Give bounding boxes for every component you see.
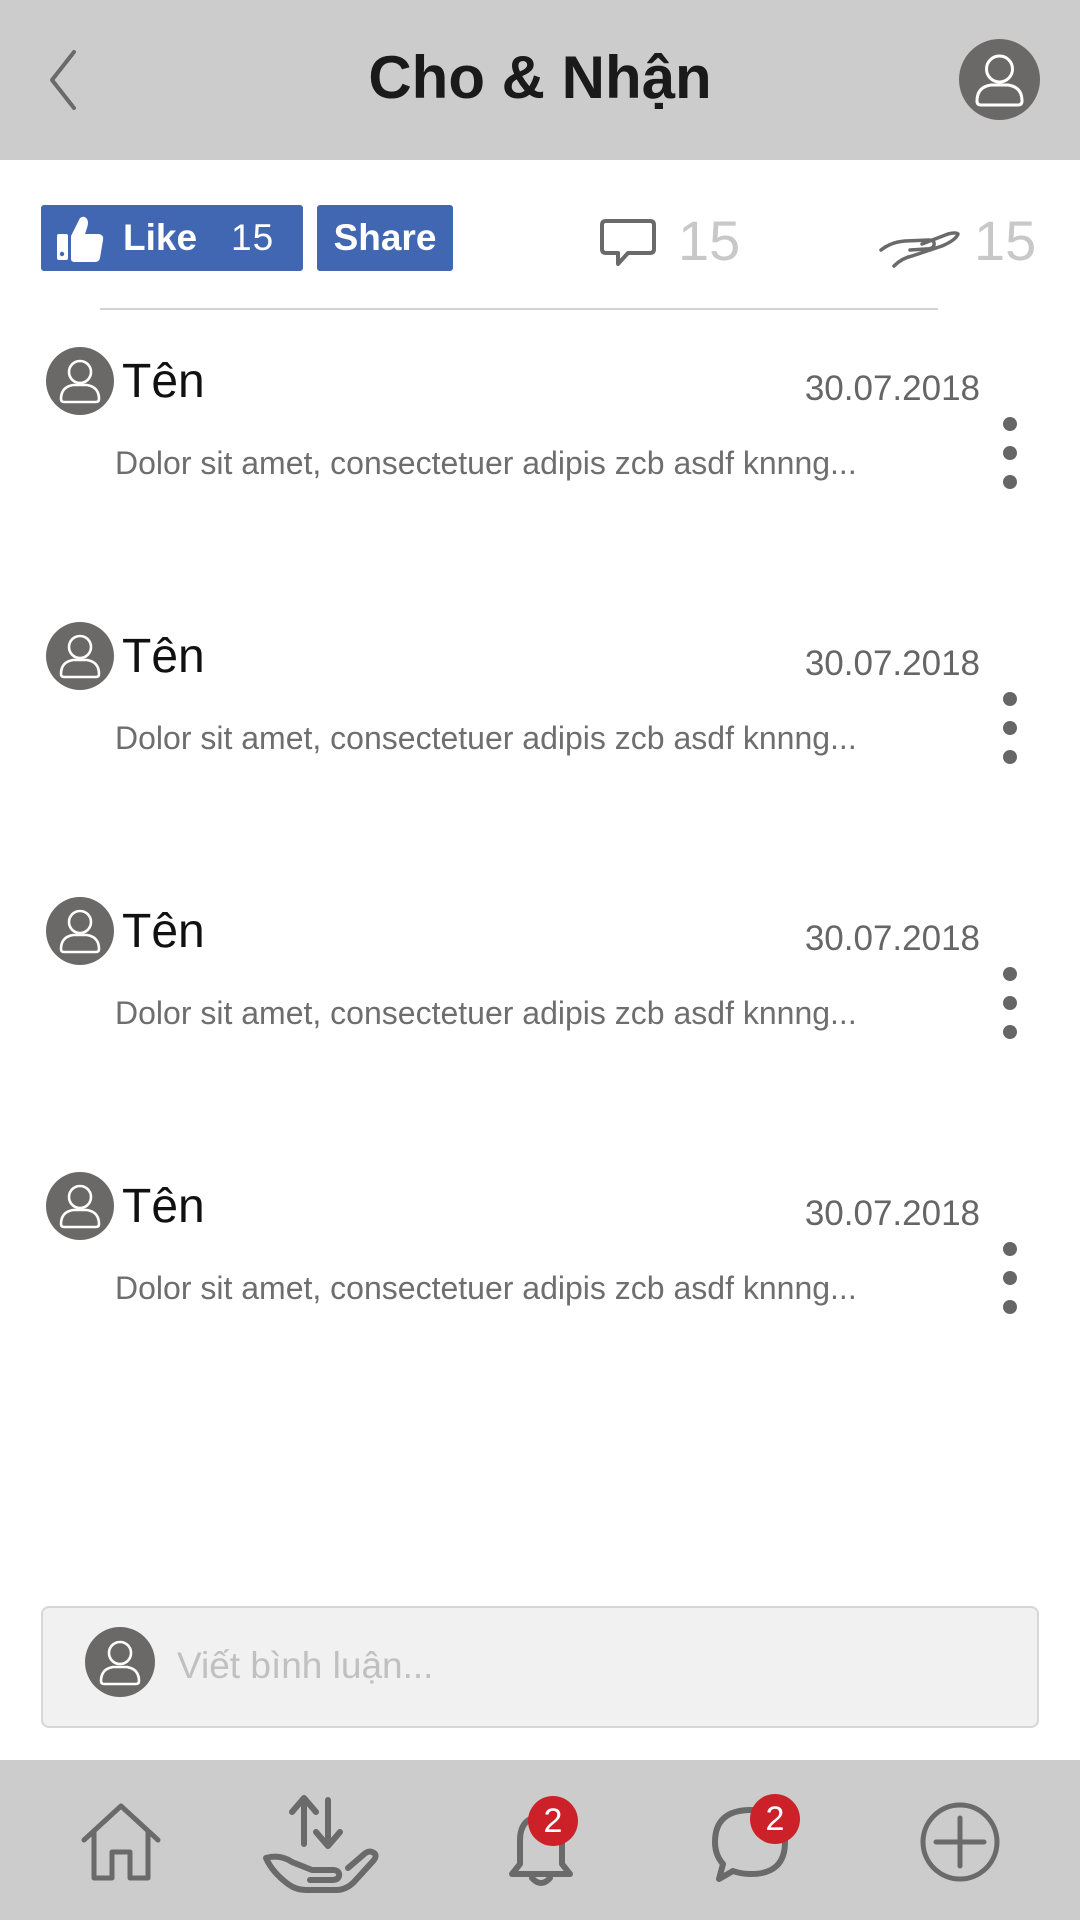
comment-author: Tên bbox=[122, 905, 205, 958]
nav-give-receive[interactable] bbox=[262, 1792, 380, 1896]
comment-item[interactable]: Tên 30.07.2018 Dolor sit amet, consectet… bbox=[0, 1172, 1080, 1372]
top-app-bar: Cho & Nhận bbox=[0, 0, 1080, 160]
bottom-nav: 2 2 bbox=[0, 1760, 1080, 1920]
home-icon bbox=[81, 1803, 161, 1881]
comment-author: Tên bbox=[122, 355, 205, 408]
comment-text: Dolor sit amet, consectetuer adipis zcb … bbox=[115, 445, 857, 481]
divider bbox=[100, 308, 938, 310]
nav-messages[interactable]: 2 bbox=[706, 1794, 800, 1890]
comment-composer bbox=[41, 1606, 1039, 1728]
nav-create[interactable] bbox=[918, 1800, 1002, 1884]
comment-item[interactable]: Tên 30.07.2018 Dolor sit amet, consectet… bbox=[0, 622, 1080, 822]
more-options-icon[interactable] bbox=[992, 692, 1028, 764]
avatar[interactable] bbox=[46, 897, 114, 965]
like-button[interactable]: Like 15 bbox=[41, 205, 303, 271]
comment-author: Tên bbox=[122, 1180, 205, 1233]
nav-notifications[interactable]: 2 bbox=[496, 1796, 586, 1892]
user-icon bbox=[59, 634, 101, 679]
plus-circle-icon bbox=[920, 1802, 1000, 1882]
notification-badge: 2 bbox=[528, 1796, 578, 1846]
exchange-hand-icon bbox=[263, 1795, 379, 1893]
user-icon bbox=[59, 909, 101, 954]
give-hand-icon[interactable] bbox=[878, 226, 962, 270]
share-button[interactable]: Share bbox=[317, 205, 453, 271]
avatar[interactable] bbox=[46, 1172, 114, 1240]
user-icon bbox=[975, 54, 1024, 107]
more-options-icon[interactable] bbox=[992, 967, 1028, 1039]
comment-item[interactable]: Tên 30.07.2018 Dolor sit amet, consectet… bbox=[0, 347, 1080, 547]
comment-icon[interactable] bbox=[600, 218, 656, 268]
avatar[interactable] bbox=[46, 347, 114, 415]
comment-date: 30.07.2018 bbox=[804, 644, 980, 683]
avatar[interactable] bbox=[46, 622, 114, 690]
comment-date: 30.07.2018 bbox=[804, 919, 980, 958]
more-options-icon[interactable] bbox=[992, 417, 1028, 489]
like-label: Like bbox=[123, 217, 198, 258]
comment-text: Dolor sit amet, consectetuer adipis zcb … bbox=[115, 720, 857, 756]
comment-author: Tên bbox=[122, 630, 205, 683]
more-options-icon[interactable] bbox=[992, 1242, 1028, 1314]
user-icon bbox=[59, 1184, 101, 1229]
nav-home[interactable] bbox=[78, 1800, 164, 1884]
user-icon bbox=[99, 1640, 141, 1686]
comment-text: Dolor sit amet, consectetuer adipis zcb … bbox=[115, 1270, 857, 1306]
comment-input[interactable] bbox=[177, 1630, 997, 1702]
comment-date: 30.07.2018 bbox=[804, 369, 980, 408]
page-title: Cho & Nhận bbox=[368, 44, 712, 111]
comment-date: 30.07.2018 bbox=[804, 1194, 980, 1233]
avatar bbox=[85, 1627, 155, 1697]
give-count: 15 bbox=[974, 209, 1037, 272]
comment-item[interactable]: Tên 30.07.2018 Dolor sit amet, consectet… bbox=[0, 897, 1080, 1097]
comment-count: 15 bbox=[678, 209, 741, 272]
profile-avatar-button[interactable] bbox=[959, 39, 1040, 120]
like-count: 15 bbox=[231, 217, 275, 258]
thumbs-up-icon bbox=[57, 216, 104, 262]
comment-text: Dolor sit amet, consectetuer adipis zcb … bbox=[115, 995, 857, 1031]
user-icon bbox=[59, 359, 101, 404]
message-badge: 2 bbox=[750, 1794, 800, 1844]
